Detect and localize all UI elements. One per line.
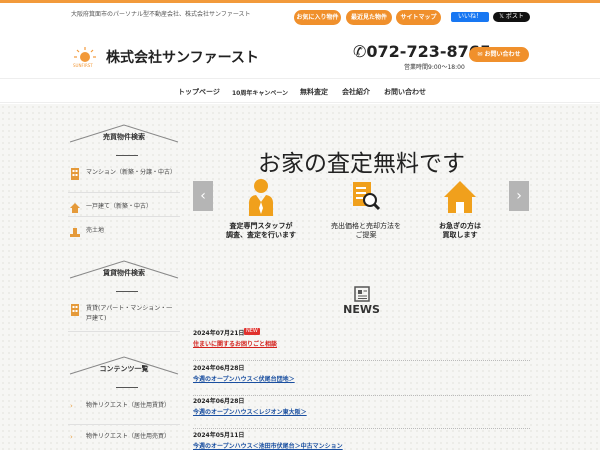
feature-staff-text: 査定専門スタッフが 調査、査定を行います <box>226 222 296 239</box>
favorites-button[interactable]: お気に入り物件 <box>294 10 341 25</box>
sidebar-heading-rental: 賃貸物件検索 <box>68 258 180 284</box>
facebook-like-button[interactable]: いいね！ <box>451 12 489 22</box>
facebook-like-label: いいね！ <box>457 13 482 20</box>
chevron-right-icon: › <box>516 188 522 204</box>
building-icon <box>71 304 79 316</box>
divider <box>68 192 180 193</box>
land-icon <box>70 228 80 237</box>
nav-company[interactable]: 会社紹介 <box>342 87 370 97</box>
news-link[interactable]: 今週のオープンハウス＜レジオン東大阪＞ <box>193 407 307 416</box>
news-link[interactable]: 今週のオープンハウス＜池田市伏尾台＞中古マンション <box>193 441 343 450</box>
main-nav: トップページ 10周年キャンペーン 無料査定 会社紹介 お問い合わせ <box>0 78 600 103</box>
news-date: 2024年05月11日 <box>193 432 245 439</box>
divider <box>116 387 138 388</box>
x-post-button[interactable]: 𝕏 ポスト <box>493 12 530 22</box>
news-item: 2024年05月11日 今週のオープンハウス＜池田市伏尾台＞中古マンション <box>193 430 530 450</box>
feature-purchase-text: お急ぎの方は 買取します <box>439 222 481 239</box>
news-date: 2024年06月28日 <box>193 365 245 372</box>
house-icon <box>444 181 476 213</box>
contact-button[interactable]: ✉ お問い合わせ <box>469 47 529 62</box>
x-post-label: ポスト <box>505 13 524 20</box>
phone-icon: ✆ <box>353 42 367 61</box>
nav-free-appraisal[interactable]: 無料査定 <box>300 87 328 97</box>
news-item: 2024年07月21日 NEW 住まいに関するお困りごと相談 <box>193 328 530 361</box>
divider <box>68 216 180 217</box>
company-name[interactable]: 株式会社サンファースト <box>106 47 259 67</box>
company-logo[interactable]: SUNFIRST <box>72 46 98 68</box>
nav-10th-campaign[interactable]: 10周年キャンペーン <box>232 88 288 97</box>
sidebar-heading-sales: 売買物件検索 <box>68 122 180 148</box>
chevron-left-icon: ‹ <box>200 188 206 204</box>
hero-title: お家の査定無料です <box>258 151 465 177</box>
newspaper-icon <box>354 286 370 302</box>
main-content: お家の査定無料です ‹ › 査定専門スタッフが 調査、査定を行います 売出価格と… <box>193 104 530 450</box>
nav-top-page[interactable]: トップページ <box>178 87 220 97</box>
divider <box>68 424 180 425</box>
feature-staff: 査定専門スタッフが 調査、査定を行います <box>206 178 316 240</box>
new-badge: NEW <box>244 328 260 335</box>
top-accent-bar <box>0 0 600 3</box>
staff-icon <box>249 179 273 216</box>
news-link[interactable]: 住まいに関するお困りごと相談 <box>193 339 277 348</box>
news-link[interactable]: 今週のオープンハウス＜伏尾台団地＞ <box>193 374 295 383</box>
sitemap-button[interactable]: サイトマップ <box>396 10 441 25</box>
mail-icon: ✉ <box>477 51 485 58</box>
svg-text:SUNFIRST: SUNFIRST <box>73 63 93 68</box>
news-date: 2024年06月28日 <box>193 398 245 405</box>
x-logo-icon: 𝕏 <box>499 13 506 20</box>
news-title: NEWS <box>343 303 380 316</box>
site-tagline: 大阪府箕面市のパーソナル型不動産会社、株式会社サンファースト <box>71 11 251 18</box>
chevron-right-icon: › <box>70 402 73 410</box>
feature-purchase: お急ぎの方は 買取します <box>405 178 515 240</box>
nav-contact[interactable]: お問い合わせ <box>384 87 426 97</box>
news-item: 2024年06月28日 今週のオープンハウス＜伏尾台団地＞ <box>193 363 530 396</box>
building-icon <box>71 168 79 180</box>
news-date: 2024年07月21日 <box>193 330 245 337</box>
divider <box>68 331 180 332</box>
house-icon <box>70 203 80 213</box>
sun-logo-icon: SUNFIRST <box>73 47 96 68</box>
divider <box>116 155 138 156</box>
recently-viewed-button[interactable]: 最近見た物件 <box>346 10 392 25</box>
sidebar: 売買物件検索 マンション（新築・分譲・中古） 一戸建て（新築・中古） 売土地 賃… <box>68 118 180 450</box>
news-item: 2024年06月28日 今週のオープンハウス＜レジオン東大阪＞ <box>193 396 530 429</box>
document-search-icon <box>353 182 381 211</box>
business-hours: 営業時間9:00～18:00 <box>404 64 465 71</box>
divider <box>116 291 138 292</box>
chevron-right-icon: › <box>70 433 73 441</box>
sidebar-heading-contents: コンテンツ一覧 <box>68 354 180 380</box>
